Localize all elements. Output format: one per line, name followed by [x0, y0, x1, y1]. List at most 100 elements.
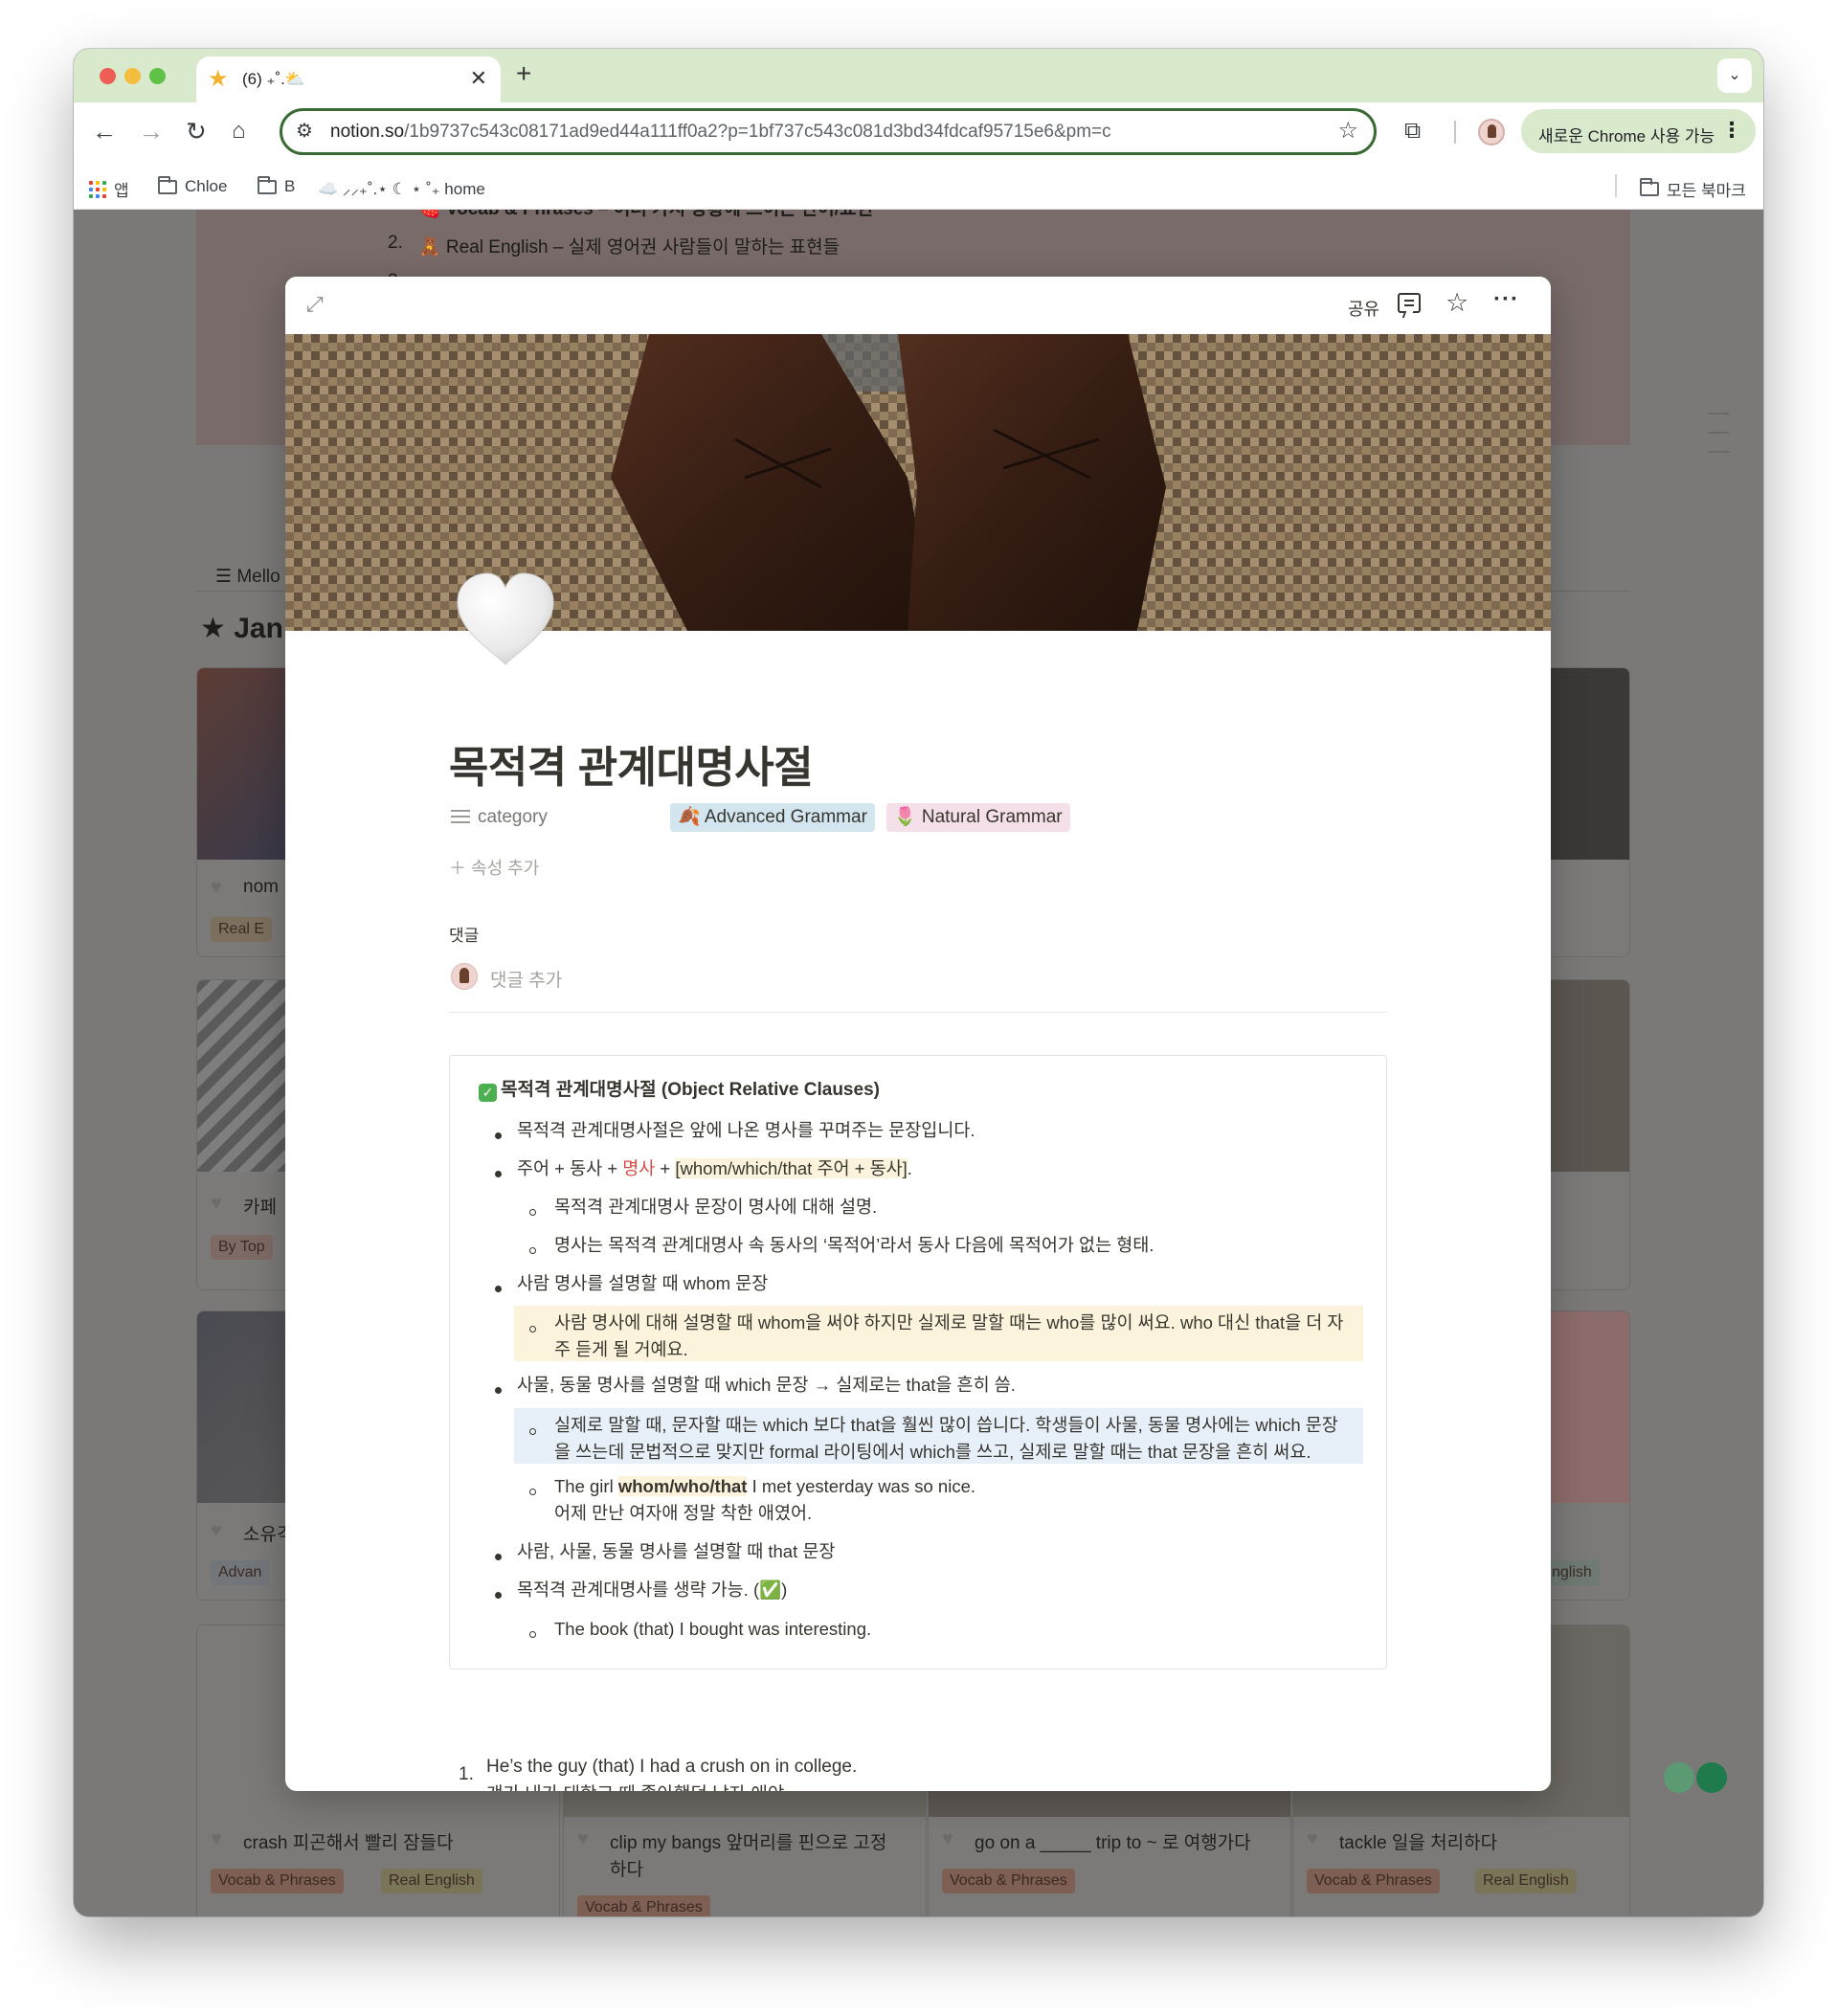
toolbar-divider	[1454, 121, 1456, 144]
sub-bullet-text: 목적격 관계대명사 문장이 명사에 대해 설명.	[554, 1197, 878, 1217]
gallery-card[interactable]: nglish	[1543, 1310, 1630, 1601]
minimize-window-button[interactable]	[124, 68, 141, 84]
card-title: nom	[243, 877, 279, 897]
add-property-button[interactable]: ＋ 속성 추가	[449, 855, 539, 880]
extensions-icon[interactable]: ⧉	[1404, 117, 1421, 146]
bullet-icon	[495, 1286, 502, 1292]
home-button[interactable]: ⌂	[232, 117, 246, 146]
profile-avatar[interactable]	[1478, 119, 1505, 146]
sub-bullet-text: 사람 명사에 대해 설명할 때 whom을 써야 하지만 실제로 말할 때는 w…	[554, 1312, 1344, 1333]
card-tag: Vocab & Phrases	[1307, 1869, 1440, 1893]
share-button[interactable]: 공유	[1348, 296, 1379, 321]
lightbulb-icon[interactable]	[1664, 1762, 1694, 1793]
reload-button[interactable]: ↻	[186, 117, 207, 146]
white-heart-icon	[457, 572, 554, 665]
toc-marker[interactable]	[1708, 413, 1729, 414]
address-bar[interactable]: ⚙ notion.so/1b9737c543c08171ad9ed44a111f…	[280, 108, 1377, 155]
card-cover	[1544, 980, 1629, 1172]
sub-bullet-icon	[529, 1631, 536, 1638]
new-tab-button[interactable]: +	[516, 59, 531, 88]
card-tag: Vocab & Phrases	[577, 1895, 710, 1916]
close-tab-icon[interactable]: ✕	[470, 67, 487, 90]
heart-icon: ♥	[1307, 1828, 1318, 1849]
sub-bullet-text: 명사는 목적격 관계대명사 속 동사의 ‘목적어’라서 동사 다음에 목적어가 …	[554, 1235, 1154, 1255]
card-tag: nglish	[1544, 1560, 1600, 1585]
tag-advanced-grammar[interactable]: 🍂 Advanced Grammar	[670, 803, 875, 832]
callout-heading: ✓ 목적격 관계대명사절 (Object Relative Clauses)	[479, 1077, 880, 1104]
apps-grid-icon	[89, 180, 106, 198]
bookmark-chloe[interactable]: Chloe	[158, 175, 227, 196]
card-tag: Real English	[1475, 1869, 1577, 1893]
zoom-window-button[interactable]	[149, 68, 166, 84]
notion-page-background: 1. 🍓 Vocab & Phrases – 여러 가지 상황에 쓰이는 단어/…	[74, 210, 1763, 1916]
folder-icon	[258, 175, 277, 194]
folder-icon	[1640, 178, 1659, 196]
more-menu-icon: ⋮	[1721, 118, 1742, 142]
heart-icon: ♥	[211, 877, 222, 898]
grammarly-widget[interactable]	[1664, 1758, 1729, 1797]
bullet-text: 사람 명사를 설명할 때 whom 문장	[517, 1273, 769, 1293]
property-name[interactable]: category	[478, 807, 548, 828]
gallery-card[interactable]	[1543, 667, 1630, 957]
browser-window: ★ (6) ₊˚.⛅ ✕ + ⌄ ← → ↻ ⌂ ⚙ notion.so/1b9…	[74, 49, 1763, 1916]
tag-natural-grammar[interactable]: 🌷 Natural Grammar	[885, 803, 1070, 832]
grammarly-icon[interactable]	[1696, 1762, 1727, 1793]
browser-tab[interactable]: ★ (6) ₊˚.⛅ ✕	[196, 56, 501, 102]
back-button[interactable]: ←	[92, 117, 117, 146]
card-title: go on a _____ trip to ~ 로 여행가다	[975, 1833, 1251, 1853]
expand-icon[interactable]: ⤢	[306, 293, 324, 316]
card-title: clip my bangs 앞머리를 핀으로 고정	[610, 1833, 887, 1853]
sub-bullet-icon	[529, 1489, 536, 1495]
comment-icon[interactable]	[1398, 293, 1421, 313]
bookmark-apps[interactable]: 앱	[89, 177, 129, 201]
close-window-button[interactable]	[100, 68, 116, 84]
card-title-cont: 하다	[610, 1860, 643, 1880]
sub-bullet-text-cont: 을 쓰는데 문법적으로 맞지만 formal 라이팅에서 which를 쓰고, …	[554, 1442, 1311, 1462]
check-icon: ✓	[479, 1084, 497, 1102]
bookmark-all[interactable]: 모든 북마크	[1640, 177, 1746, 201]
board-group-title: ★ Jan	[200, 613, 283, 644]
bookmark-home[interactable]: ☁️ ⸝⸝₊˚.⋆ ☾ ⋆ ˚₊ home	[318, 177, 485, 199]
star-favicon-icon: ★	[208, 66, 229, 92]
user-avatar	[451, 963, 478, 990]
database-view-tab[interactable]: ☰ Mello	[215, 566, 280, 588]
site-info-icon[interactable]: ⚙	[296, 120, 313, 143]
list-icon	[451, 810, 470, 825]
bullet-text: 목적격 관계대명사절은 앞에 나온 명사를 꾸며주는 문장입니다.	[517, 1120, 975, 1140]
tab-search-button[interactable]: ⌄	[1717, 58, 1752, 93]
bg-list-item-1: 🍓 Vocab & Phrases – 여러 가지 상황에 쓰이는 단어/표현	[418, 210, 873, 220]
favorite-star-icon[interactable]: ☆	[1446, 289, 1468, 316]
list-item-text[interactable]: He’s the guy (that) I had a crush on in …	[486, 1753, 857, 1791]
bullet-icon	[495, 1132, 502, 1139]
heart-icon: ♥	[211, 1193, 222, 1214]
card-title: crash 피곤해서 빨리 잠들다	[243, 1833, 454, 1853]
add-comment-input[interactable]: 댓글 추가	[490, 966, 562, 992]
list-number: 1.	[459, 1764, 474, 1784]
card-tag: Vocab & Phrases	[942, 1869, 1075, 1893]
bullet-text: 사람, 사물, 동물 명사를 설명할 때 that 문장	[517, 1541, 836, 1561]
toc-marker[interactable]	[1708, 432, 1729, 434]
page-heart-icon[interactable]	[453, 569, 558, 674]
sub-bullet-icon	[529, 1428, 536, 1435]
card-tag: Vocab & Phrases	[211, 1869, 344, 1893]
modal-topbar: ⤢ 공유 ☆ ···	[285, 277, 1551, 334]
browser-toolbar: ← → ↻ ⌂ ⚙ notion.so/1b9737c543c08171ad9e…	[74, 102, 1763, 162]
tab-title: (6) ₊˚.⛅	[242, 70, 306, 88]
url-text[interactable]: notion.so/1b9737c543c08171ad9ed44a111ff0…	[330, 122, 1111, 143]
more-options-icon[interactable]: ···	[1493, 288, 1519, 311]
bookmark-star-icon[interactable]: ☆	[1337, 118, 1358, 145]
bg-list-item-2: 🧸 Real English – 실제 영어권 사람들이 말하는 표현들	[418, 237, 841, 258]
sub-bullet-text-cont: 주 듣게 될 거예요.	[554, 1339, 688, 1359]
toc-marker[interactable]	[1708, 451, 1729, 453]
gallery-card[interactable]	[1543, 979, 1630, 1290]
card-title: tackle 일을 처리하다	[1339, 1833, 1498, 1853]
forward-button[interactable]: →	[139, 117, 164, 146]
property-tags[interactable]: 🍂 Advanced Grammar 🌷 Natural Grammar	[670, 803, 1070, 832]
grammar-callout[interactable]: ✓ 목적격 관계대명사절 (Object Relative Clauses) 목적…	[449, 1055, 1387, 1669]
page-title[interactable]: 목적격 관계대명사절	[449, 732, 814, 795]
chrome-update-button[interactable]: 새로운 Chrome 사용 가능 ⋮	[1521, 109, 1756, 153]
card-cover	[1544, 1311, 1629, 1503]
card-tag: Real E	[211, 917, 273, 942]
bookmark-b[interactable]: B	[258, 175, 295, 196]
bg-list-number: 2.	[388, 233, 403, 253]
